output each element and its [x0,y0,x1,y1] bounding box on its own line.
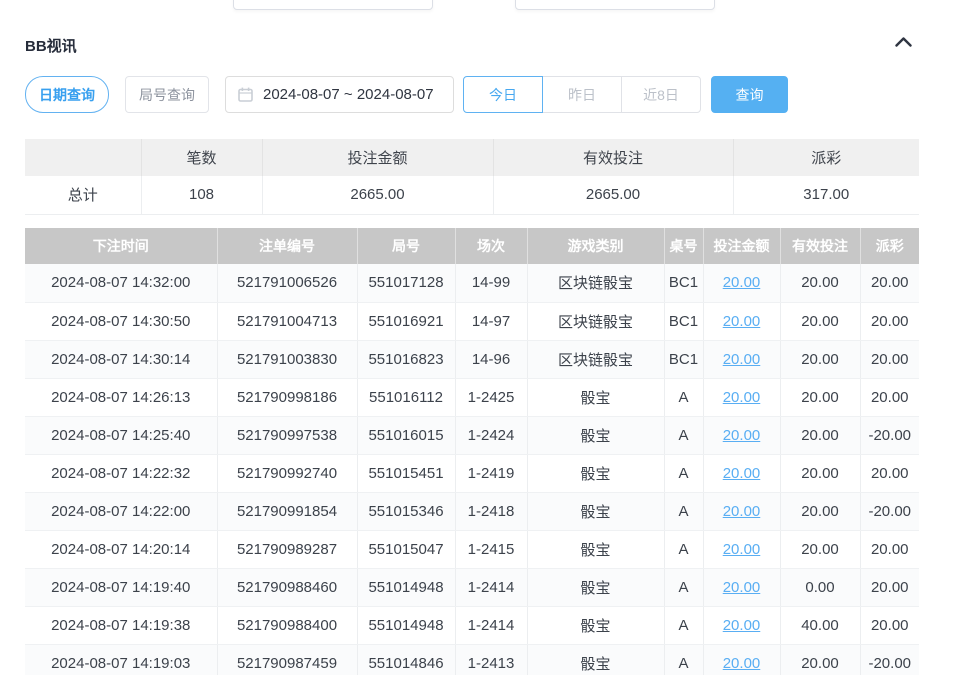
header-order-id: 注单编号 [217,228,357,264]
table-header-row: 下注时间 注单编号 局号 场次 游戏类别 桌号 投注金额 有效投注 派彩 [25,228,919,264]
bet-table-body: 2024-08-07 14:32:00521791006526551017128… [25,264,919,675]
date-range-value: 2024-08-07 ~ 2024-08-07 [263,86,434,103]
table-row: 2024-08-07 14:25:40521790997538551016015… [25,416,919,454]
table-row: 2024-08-07 14:20:14521790989287551015047… [25,530,919,568]
bet-amount-link[interactable]: 20.00 [723,313,761,330]
bet-amount-link[interactable]: 20.00 [723,351,761,368]
bet-amount-link[interactable]: 20.00 [723,465,761,482]
header-valid-bet: 有效投注 [780,228,860,264]
quick-range-today[interactable]: 今日 [463,76,543,113]
quick-range-last8[interactable]: 近8日 [621,76,701,113]
summary-header-payout: 派彩 [733,139,919,176]
table-row: 2024-08-07 14:19:03521790987459551014846… [25,644,919,675]
table-row: 2024-08-07 14:32:00521791006526551017128… [25,264,919,302]
round-query-tab[interactable]: 局号查询 [125,76,209,113]
date-query-tab[interactable]: 日期查询 [25,76,109,113]
search-button[interactable]: 查询 [711,76,788,113]
header-game-type: 游戏类别 [527,228,664,264]
table-row: 2024-08-07 14:19:40521790988460551014948… [25,568,919,606]
quick-range-last8-label: 近8日 [643,85,679,105]
summary-header-empty [25,139,141,176]
summary-table: 笔数 投注金额 有效投注 派彩 总计 108 2665.00 2665.00 3… [25,139,919,215]
bet-amount-link[interactable]: 20.00 [723,274,761,291]
summary-header-row: 笔数 投注金额 有效投注 派彩 [25,139,919,176]
quick-range-group: 今日 昨日 近8日 [463,76,701,113]
date-query-label: 日期查询 [39,85,95,105]
bet-amount-link[interactable]: 20.00 [723,579,761,596]
bet-amount-link[interactable]: 20.00 [723,503,761,520]
summary-header-valid-bet: 有效投注 [493,139,733,176]
top-input-2[interactable] [515,0,715,10]
round-query-label: 局号查询 [139,85,195,105]
table-row: 2024-08-07 14:30:50521791004713551016921… [25,302,919,340]
header-payout: 派彩 [860,228,919,264]
header-bet-time: 下注时间 [25,228,217,264]
summary-total-valid-bet: 2665.00 [493,176,733,214]
quick-range-yesterday[interactable]: 昨日 [542,76,622,113]
header-session: 场次 [455,228,527,264]
table-row: 2024-08-07 14:30:14521791003830551016823… [25,340,919,378]
bet-records-table: 下注时间 注单编号 局号 场次 游戏类别 桌号 投注金额 有效投注 派彩 202… [25,228,919,675]
header-bet-amount: 投注金额 [703,228,780,264]
date-range-picker[interactable]: 2024-08-07 ~ 2024-08-07 [225,76,454,113]
summary-total-payout: 317.00 [733,176,919,214]
header-table-no: 桌号 [664,228,703,264]
table-row: 2024-08-07 14:26:13521790998186551016112… [25,378,919,416]
quick-range-today-label: 今日 [489,85,517,105]
table-row: 2024-08-07 14:19:38521790988400551014948… [25,606,919,644]
summary-header-bet-amount: 投注金额 [262,139,493,176]
table-row: 2024-08-07 14:22:32521790992740551015451… [25,454,919,492]
calendar-icon [238,87,253,102]
collapse-button[interactable] [889,32,917,54]
bet-amount-link[interactable]: 20.00 [723,541,761,558]
bet-amount-link[interactable]: 20.00 [723,389,761,406]
bet-amount-link[interactable]: 20.00 [723,617,761,634]
bet-amount-link[interactable]: 20.00 [723,427,761,444]
summary-header-count: 笔数 [141,139,262,176]
bet-amount-link[interactable]: 20.00 [723,655,761,672]
table-row: 2024-08-07 14:22:00521790991854551015346… [25,492,919,530]
chevron-up-icon [895,34,912,52]
section-title: BB视讯 [25,35,77,56]
header-round-id: 局号 [357,228,455,264]
page: BB视讯 日期查询 局号查询 2024-08-07 ~ 2024-08-07 今… [0,0,969,675]
summary-total-bet-amount: 2665.00 [262,176,493,214]
summary-total-label: 总计 [25,176,141,214]
search-button-label: 查询 [736,85,764,105]
top-input-1[interactable] [233,0,433,10]
quick-range-yesterday-label: 昨日 [568,85,596,105]
summary-total-row: 总计 108 2665.00 2665.00 317.00 [25,176,919,214]
filter-bar: 日期查询 局号查询 2024-08-07 ~ 2024-08-07 今日 昨日 … [25,76,788,113]
summary-total-count: 108 [141,176,262,214]
